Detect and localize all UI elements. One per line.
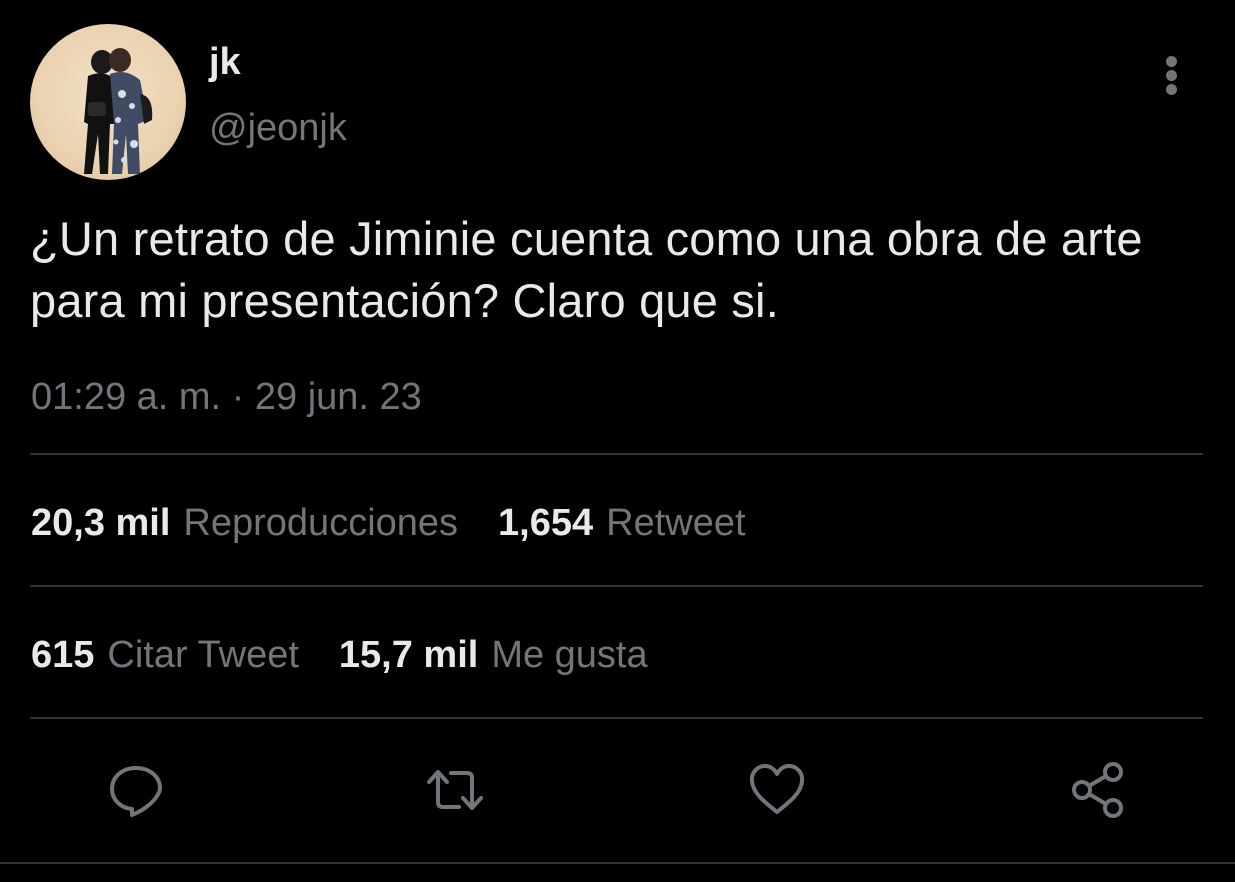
- likes-count[interactable]: 15,7 mil: [339, 634, 478, 677]
- divider: [30, 453, 1203, 455]
- views-count: 20,3 mil: [31, 501, 171, 544]
- retweets-count[interactable]: 1,654: [498, 502, 593, 545]
- stats-row-quotes-likes: 615 Citar Tweet 15,7 mil Me gusta: [31, 629, 648, 681]
- divider: [30, 717, 1203, 719]
- share-nodes-icon: [1072, 762, 1123, 818]
- more-options-icon: [1166, 56, 1177, 67]
- tweet-timestamp[interactable]: 01:29 a. m. · 29 jun. 23: [31, 372, 422, 422]
- bottom-divider: [0, 862, 1235, 864]
- share-button[interactable]: [1068, 760, 1128, 820]
- retweet-button[interactable]: [425, 760, 485, 820]
- likes-label[interactable]: Me gusta: [491, 634, 647, 677]
- reply-button[interactable]: [106, 760, 166, 820]
- retweets-label[interactable]: Retweet: [606, 502, 745, 545]
- quotes-label[interactable]: Citar Tweet: [107, 634, 298, 677]
- tweet-detail: jk @jeonjk ¿Un retrato de Jiminie cuenta…: [0, 0, 1235, 882]
- speech-bubble-icon: [110, 766, 162, 817]
- quotes-count[interactable]: 615: [31, 634, 94, 677]
- stats-row-views-retweets: 20,3 mil Reproducciones 1,654 Retweet: [31, 497, 746, 549]
- views-label: Reproducciones: [183, 501, 459, 544]
- avatar[interactable]: [30, 24, 186, 180]
- more-options-button[interactable]: [1150, 50, 1194, 100]
- avatar-photo: [84, 48, 153, 174]
- divider: [30, 585, 1203, 587]
- retweet-arrows-icon: [427, 770, 483, 810]
- display-name[interactable]: jk: [209, 40, 241, 84]
- like-button[interactable]: [747, 760, 807, 820]
- heart-icon: [749, 764, 805, 814]
- tweet-text: ¿Un retrato de Jiminie cuenta como una o…: [30, 212, 1143, 327]
- user-handle[interactable]: @jeonjk: [209, 105, 347, 151]
- more-options-dot: [1166, 84, 1177, 95]
- more-options-dot: [1166, 70, 1177, 81]
